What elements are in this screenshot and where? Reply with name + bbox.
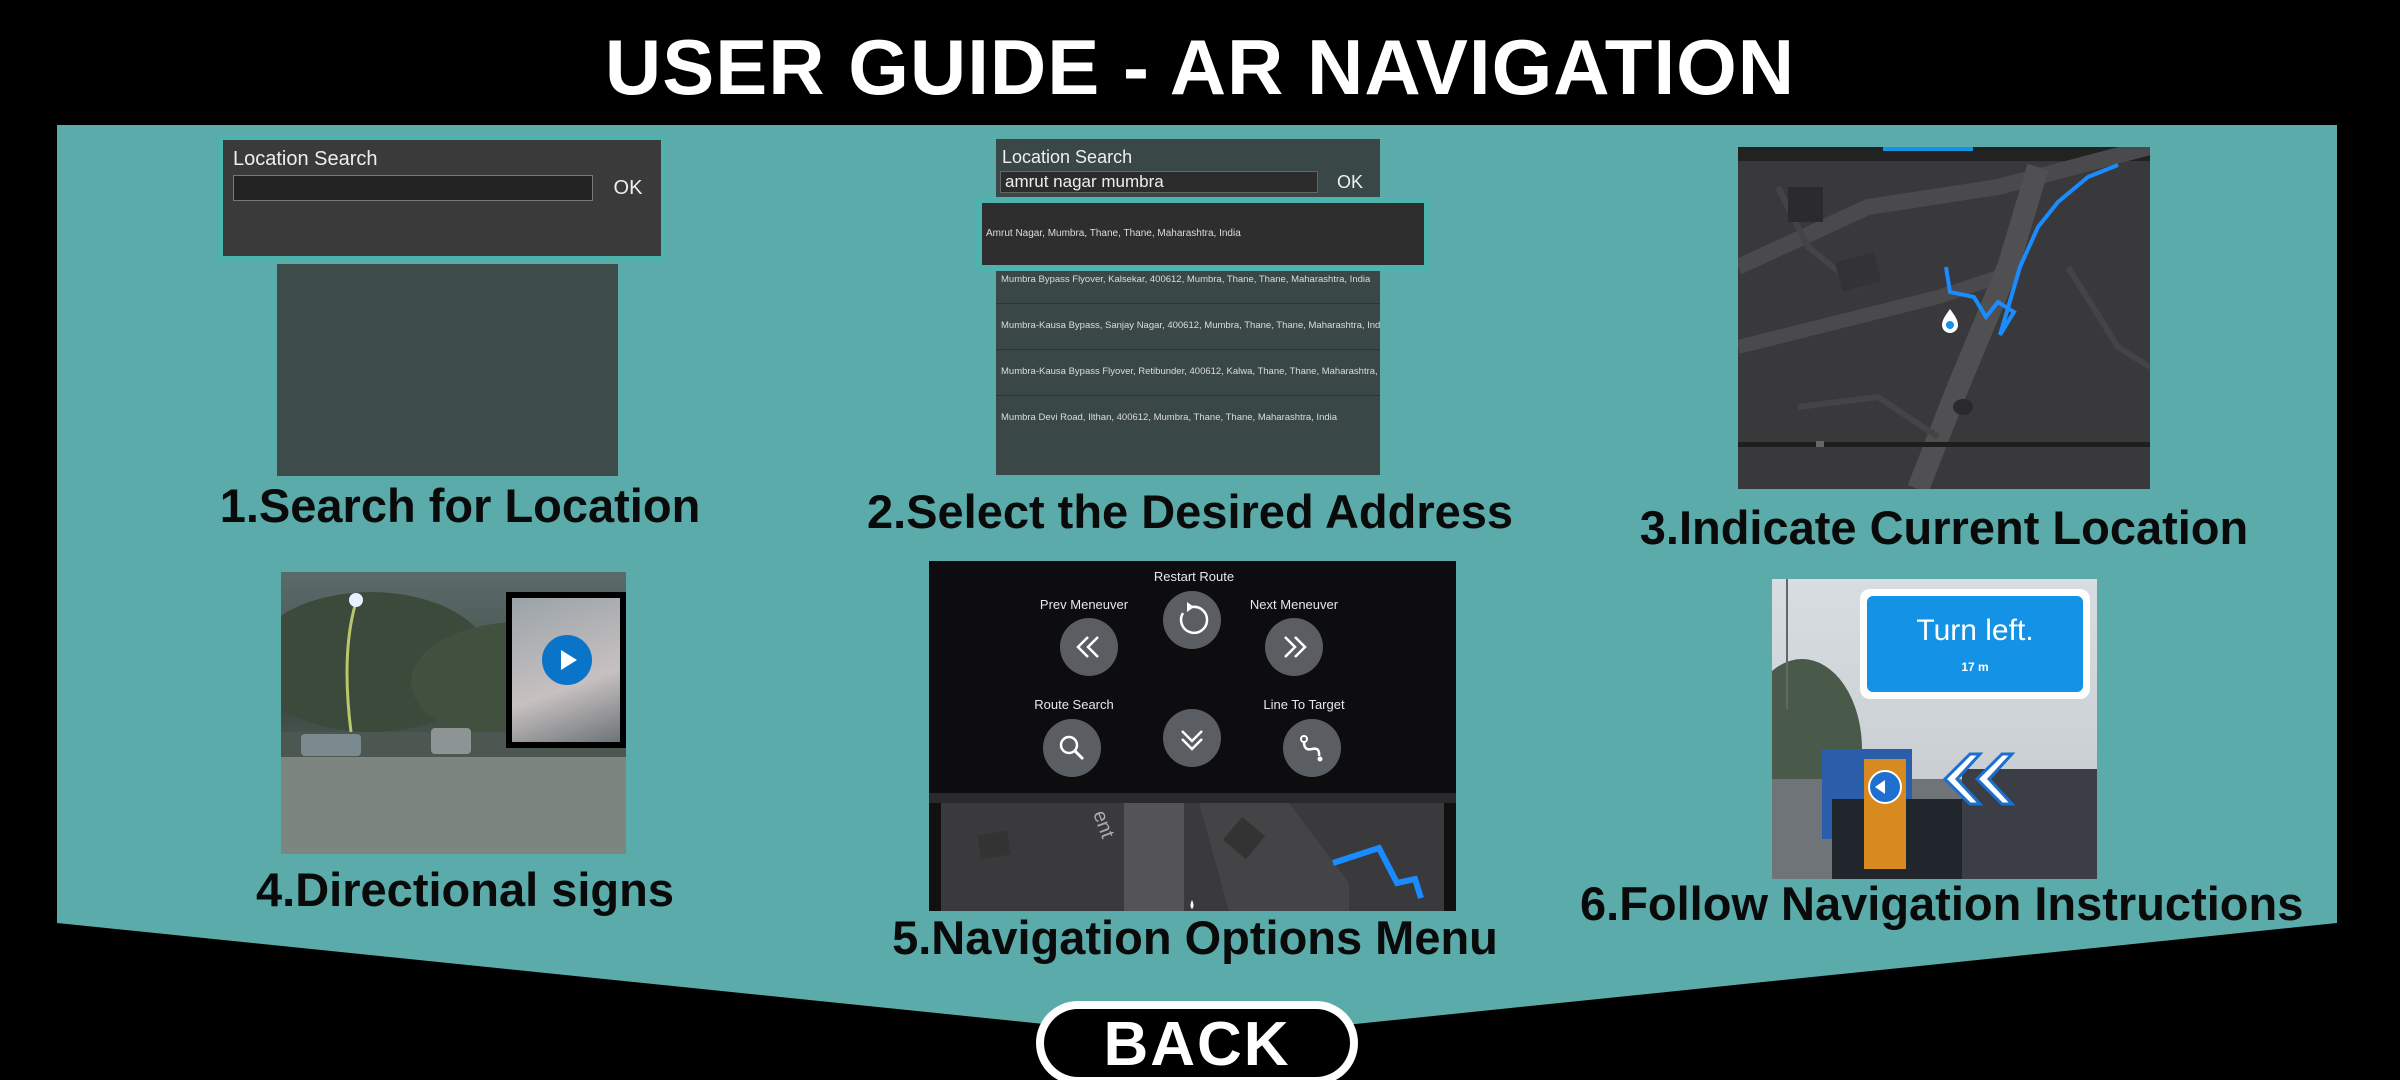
search-result-item[interactable]: Mumbra-Kausa Bypass, Sanjay Nagar, 40061… [996, 303, 1380, 347]
selected-result-label: Amrut Nagar, Mumbra, Thane, Thane, Mahar… [982, 203, 1424, 265]
collapse-menu-button[interactable] [1163, 709, 1221, 767]
location-pin-icon [1942, 309, 1958, 333]
dialog-title: Location Search [1002, 147, 1133, 167]
search-result-item[interactable]: Mumbra Devi Road, Ilthan, 400612, Mumbra… [996, 395, 1380, 439]
navigation-options-menu: Restart Route Prev Meneuver Next Meneuve… [929, 561, 1456, 911]
search-icon [1059, 735, 1085, 761]
ok-button[interactable]: OK [1326, 171, 1374, 193]
line-to-target-label: Line To Target [1263, 697, 1345, 712]
dialog-title: Location Search [233, 148, 378, 170]
location-search-dialog: Location Search OK [218, 135, 666, 261]
step-1-caption: 1.Search for Location [219, 479, 701, 532]
results-list-empty [277, 264, 618, 476]
step-3-caption: 3.Indicate Current Location [1639, 501, 2249, 554]
step-6-caption: 6.Follow Navigation Instructions [1580, 877, 2304, 930]
restart-route-label: Restart Route [1153, 569, 1235, 584]
turn-left-chevrons-icon [1942, 752, 2016, 806]
mini-map[interactable] [929, 803, 1456, 911]
search-input[interactable] [233, 175, 593, 201]
restart-icon [1179, 602, 1209, 635]
double-chevron-left-icon [1076, 636, 1099, 658]
selected-result[interactable]: Amrut Nagar, Mumbra, Thane, Thane, Mahar… [976, 197, 1430, 271]
line-to-target-button[interactable] [1283, 719, 1341, 777]
current-location-map[interactable] [1738, 147, 2150, 489]
ok-button[interactable]: OK [603, 175, 653, 201]
navigation-instruction-preview: Turn left. 17 m [1772, 579, 2097, 879]
back-button[interactable]: BACK [1036, 1001, 1358, 1080]
search-input[interactable]: amrut nagar mumbra [1000, 171, 1318, 193]
double-chevron-down-icon [1181, 730, 1203, 751]
distance-text: 17 m [1961, 660, 1989, 674]
restart-route-button[interactable] [1163, 591, 1221, 649]
step-4-caption: 4.Directional signs [256, 863, 674, 916]
prev-maneuver-label: Prev Meneuver [1039, 597, 1129, 612]
turn-instruction-card: Turn left. 17 m [1860, 589, 2090, 699]
next-maneuver-label: Next Meneuver [1249, 597, 1339, 612]
page-title: USER GUIDE - AR NAVIGATION [604, 23, 1796, 111]
route-search-label: Route Search [1034, 697, 1114, 712]
prev-maneuver-button[interactable] [1060, 618, 1118, 676]
menu-divider [929, 793, 1456, 803]
play-icon[interactable] [541, 634, 593, 686]
video-thumbnail[interactable] [506, 592, 626, 748]
route-search-button[interactable] [1043, 719, 1101, 777]
route-line-icon [1300, 735, 1323, 762]
double-chevron-right-icon [1284, 636, 1307, 658]
turn-instruction-text: Turn left. [1916, 614, 2034, 647]
next-maneuver-button[interactable] [1265, 618, 1323, 676]
step-2-caption: 2.Select the Desired Address [866, 485, 1514, 538]
back-button-label: BACK [1103, 1010, 1291, 1079]
search-result-item[interactable]: Mumbra-Kausa Bypass Flyover, Retibunder,… [996, 349, 1380, 393]
step-5-caption: 5.Navigation Options Menu [892, 911, 1498, 964]
directional-signs-preview [281, 572, 626, 854]
